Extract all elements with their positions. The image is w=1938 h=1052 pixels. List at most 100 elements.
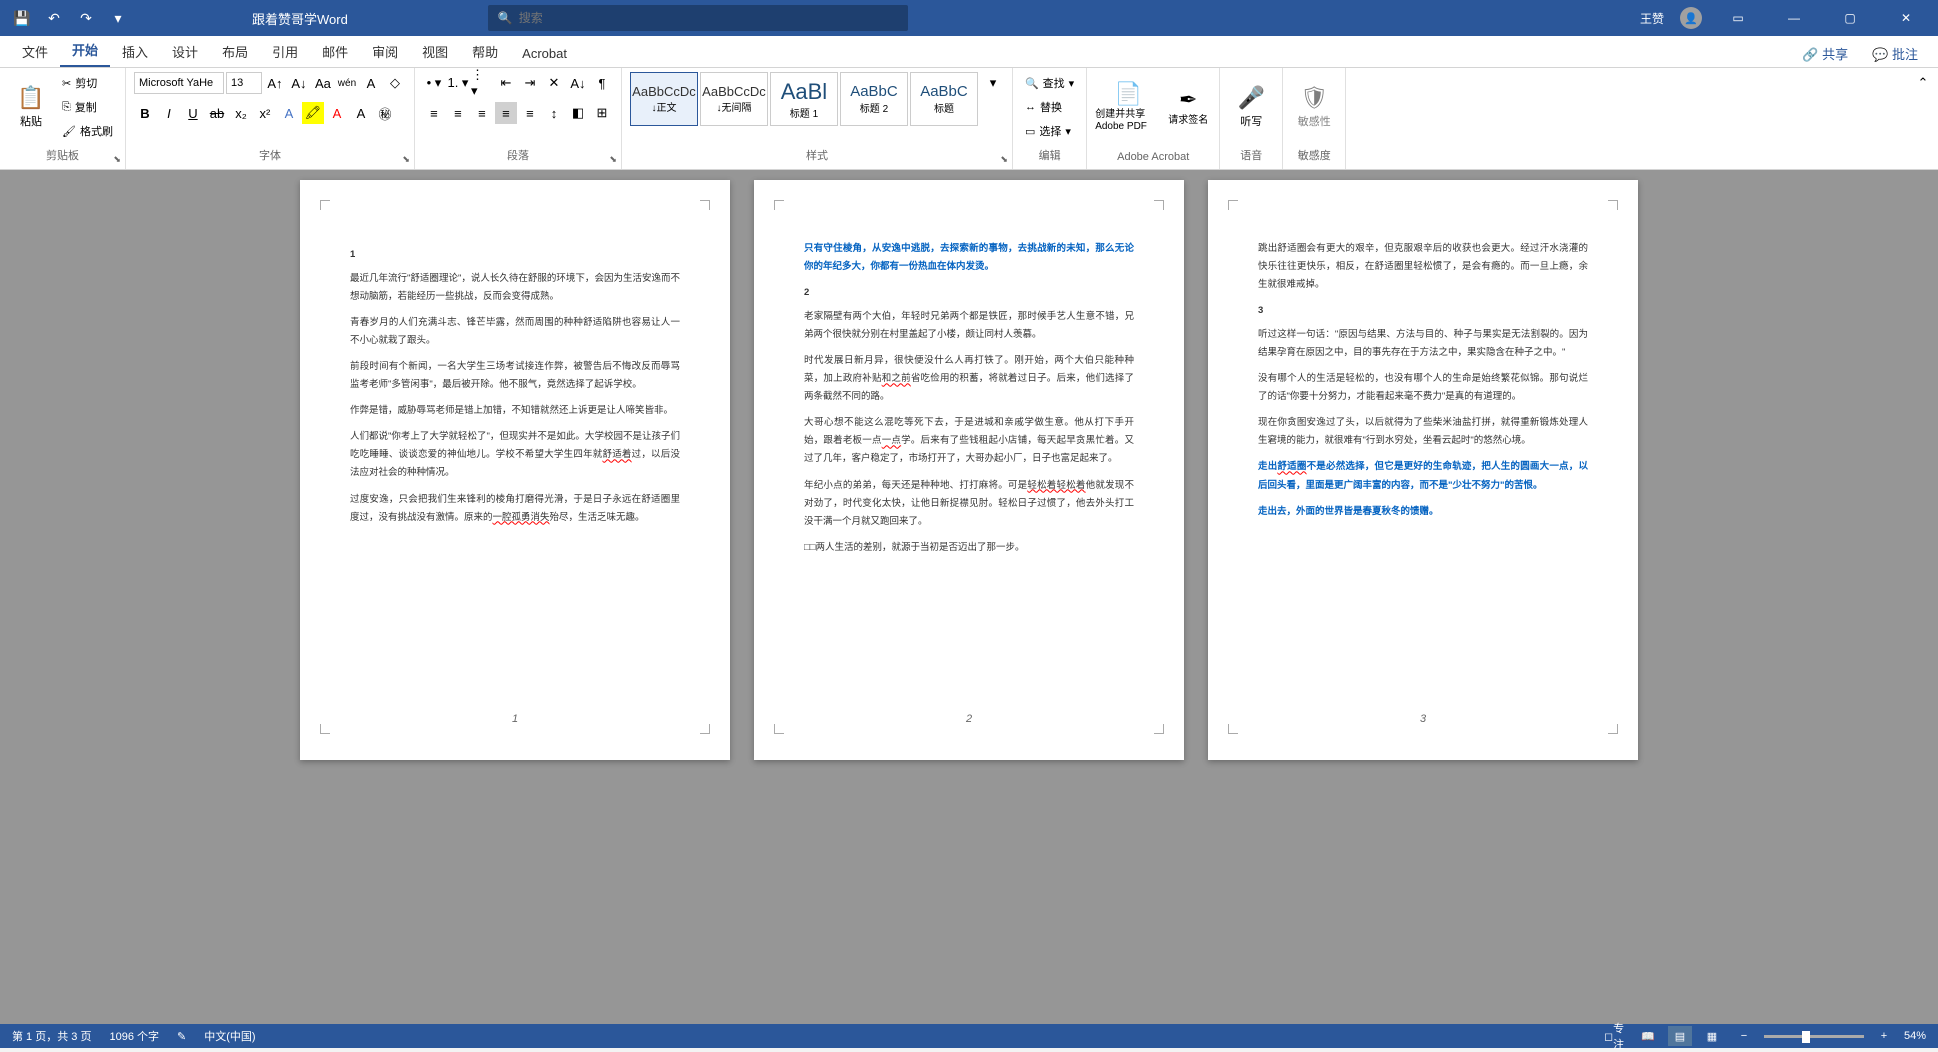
dialog-launcher-icon[interactable]: ⬊ <box>113 154 121 165</box>
align-left-icon[interactable]: ≡ <box>423 102 445 124</box>
search-box[interactable]: 🔍 <box>488 5 908 31</box>
format-painter-button[interactable]: 🖌格式刷 <box>58 120 117 142</box>
language[interactable]: 中文(中国) <box>204 1028 255 1044</box>
italic-icon[interactable]: I <box>158 102 180 124</box>
ribbon-display-icon[interactable]: ▭ <box>1718 0 1758 36</box>
document-area[interactable]: 1 最近几年流行"舒适圈理论"，说人长久待在舒服的环境下，会因为生活安逸而不想动… <box>0 170 1938 1024</box>
qat-dropdown-icon[interactable]: ▾ <box>104 4 132 32</box>
increase-indent-icon[interactable]: ⇥ <box>519 72 541 94</box>
collapse-ribbon-icon[interactable]: ⌃ <box>1912 72 1934 94</box>
tab-review[interactable]: 审阅 <box>360 36 410 67</box>
align-right-icon[interactable]: ≡ <box>471 102 493 124</box>
dialog-launcher-icon[interactable]: ⬊ <box>1000 154 1008 165</box>
body-text: 听过这样一句话："原因与结果、方法与目的、种子与果实是无法割裂的。因为结果孕育在… <box>1258 326 1588 362</box>
tab-help[interactable]: 帮助 <box>460 36 510 67</box>
multilevel-list-icon[interactable]: ⋮ ▾ <box>471 72 493 94</box>
align-center-icon[interactable]: ≡ <box>447 102 469 124</box>
page-count[interactable]: 第 1 页，共 3 页 <box>12 1028 91 1044</box>
share-button[interactable]: 🔗 共享 <box>1794 40 1856 67</box>
decrease-indent-icon[interactable]: ⇤ <box>495 72 517 94</box>
paste-button[interactable]: 📋 粘贴 <box>8 72 54 142</box>
create-pdf-button[interactable]: 📄创建并共享 Adobe PDF <box>1095 72 1161 142</box>
sort-icon[interactable]: A↓ <box>567 72 589 94</box>
font-size-select[interactable] <box>226 72 262 94</box>
styles-more-icon[interactable]: ▾ <box>982 72 1004 94</box>
bold-icon[interactable]: B <box>134 102 156 124</box>
web-layout-icon[interactable]: ▦ <box>1700 1026 1724 1046</box>
subscript-icon[interactable]: x₂ <box>230 102 252 124</box>
change-case-icon[interactable]: Aa <box>312 72 334 94</box>
request-sign-button[interactable]: ✒请求签名 <box>1165 72 1211 142</box>
tab-insert[interactable]: 插入 <box>110 36 160 67</box>
comments-button[interactable]: 💬 批注 <box>1864 40 1926 67</box>
char-border-icon[interactable]: A <box>360 72 382 94</box>
strikethrough-icon[interactable]: ab <box>206 102 228 124</box>
text-effects-icon[interactable]: A <box>278 102 300 124</box>
zoom-slider[interactable] <box>1764 1035 1864 1038</box>
line-spacing-icon[interactable]: ↕ <box>543 102 565 124</box>
undo-icon[interactable]: ↶ <box>40 4 68 32</box>
font-name-select[interactable] <box>134 72 224 94</box>
distribute-icon[interactable]: ≡ <box>519 102 541 124</box>
asian-layout-icon[interactable]: ✕ <box>543 72 565 94</box>
phonetic-guide-icon[interactable]: wén <box>336 72 358 94</box>
shading-icon[interactable]: ◧ <box>567 102 589 124</box>
tab-references[interactable]: 引用 <box>260 36 310 67</box>
style-heading1[interactable]: AaBl标题 1 <box>770 72 838 126</box>
word-count[interactable]: 1096 个字 <box>109 1028 159 1044</box>
numbering-icon[interactable]: 1. ▾ <box>447 72 469 94</box>
save-icon[interactable]: 💾 <box>8 4 36 32</box>
close-icon[interactable]: ✕ <box>1886 0 1926 36</box>
bullets-icon[interactable]: • ▾ <box>423 72 445 94</box>
page-2[interactable]: 只有守住棱角，从安逸中逃脱，去探索新的事物，去挑战新的未知，那么无论你的年纪多大… <box>754 180 1184 760</box>
dialog-launcher-icon[interactable]: ⬊ <box>609 154 617 165</box>
superscript-icon[interactable]: x² <box>254 102 276 124</box>
read-mode-icon[interactable]: 📖 <box>1636 1026 1660 1046</box>
maximize-icon[interactable]: ▢ <box>1830 0 1870 36</box>
tab-mailings[interactable]: 邮件 <box>310 36 360 67</box>
font-color-icon[interactable]: A <box>326 102 348 124</box>
dictate-button[interactable]: 🎤听写 <box>1228 72 1274 142</box>
copy-button[interactable]: ⎘复制 <box>58 96 117 118</box>
redo-icon[interactable]: ↷ <box>72 4 100 32</box>
print-layout-icon[interactable]: ▤ <box>1668 1026 1692 1046</box>
page-1[interactable]: 1 最近几年流行"舒适圈理论"，说人长久待在舒服的环境下，会因为生活安逸而不想动… <box>300 180 730 760</box>
highlight-icon[interactable]: 🖍 <box>302 102 324 124</box>
find-button[interactable]: 🔍查找 ▾ <box>1021 72 1078 94</box>
enclose-char-icon[interactable]: ㊙ <box>374 102 396 124</box>
style-no-spacing[interactable]: AaBbCcDc↓无间隔 <box>700 72 768 126</box>
spell-check-icon[interactable]: ✎ <box>177 1030 186 1043</box>
shrink-font-icon[interactable]: A↓ <box>288 72 310 94</box>
tab-view[interactable]: 视图 <box>410 36 460 67</box>
grow-font-icon[interactable]: A↑ <box>264 72 286 94</box>
zoom-in-icon[interactable]: + <box>1872 1026 1896 1046</box>
tab-layout[interactable]: 布局 <box>210 36 260 67</box>
underline-icon[interactable]: U <box>182 102 204 124</box>
zoom-level[interactable]: 54% <box>1904 1030 1926 1042</box>
show-marks-icon[interactable]: ¶ <box>591 72 613 94</box>
dialog-launcher-icon[interactable]: ⬊ <box>402 154 410 165</box>
justify-icon[interactable]: ≡ <box>495 102 517 124</box>
body-text: □□两人生活的差别，就源于当初是否迈出了那一步。 <box>804 539 1134 557</box>
tab-home[interactable]: 开始 <box>60 34 110 67</box>
style-heading2[interactable]: AaBbC标题 2 <box>840 72 908 126</box>
style-normal[interactable]: AaBbCcDc↓正文 <box>630 72 698 126</box>
user-avatar-icon[interactable]: 👤 <box>1680 7 1702 29</box>
style-title[interactable]: AaBbC标题 <box>910 72 978 126</box>
minimize-icon[interactable]: — <box>1774 0 1814 36</box>
sensitivity-button[interactable]: 🛡敏感性 <box>1291 72 1337 142</box>
tab-acrobat[interactable]: Acrobat <box>510 40 579 67</box>
cut-button[interactable]: ✂剪切 <box>58 72 117 94</box>
tab-file[interactable]: 文件 <box>10 36 60 67</box>
zoom-out-icon[interactable]: − <box>1732 1026 1756 1046</box>
char-shading-icon[interactable]: A <box>350 102 372 124</box>
select-button[interactable]: ▭选择 ▾ <box>1021 120 1078 142</box>
clear-format-icon[interactable]: ◇ <box>384 72 406 94</box>
find-icon: 🔍 <box>1025 77 1039 90</box>
focus-mode-button[interactable]: ◻ 专注 <box>1604 1026 1628 1046</box>
page-3[interactable]: 跳出舒适圈会有更大的艰辛，但克服艰辛后的收获也会更大。经过汗水浇灌的快乐往往更快… <box>1208 180 1638 760</box>
search-input[interactable] <box>519 11 898 25</box>
replace-button[interactable]: ↔替换 <box>1021 96 1078 118</box>
tab-design[interactable]: 设计 <box>160 36 210 67</box>
borders-icon[interactable]: ⊞ <box>591 102 613 124</box>
